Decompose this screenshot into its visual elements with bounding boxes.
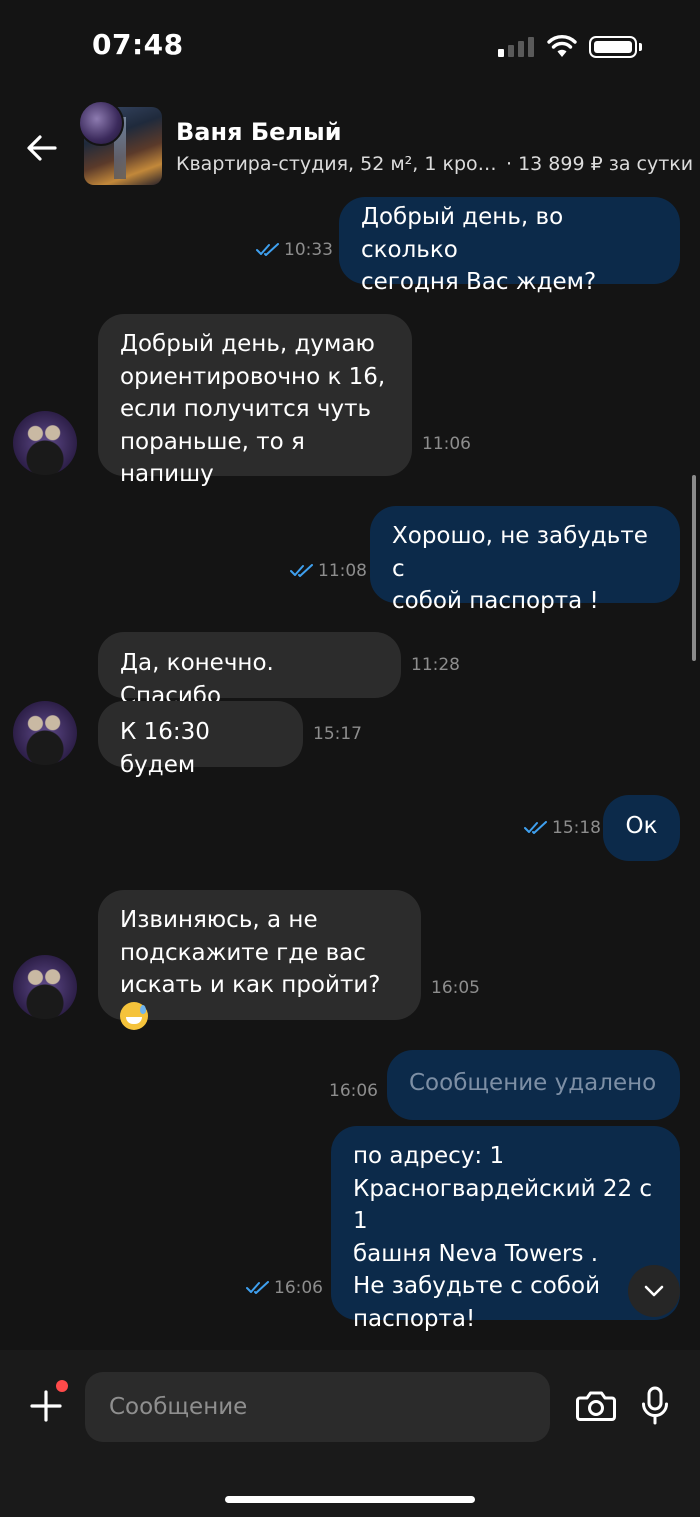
message-line: по адресу: 1: [353, 1143, 505, 1169]
message-bubble-incoming[interactable]: Извиняюсь, а не подскажите где вас искат…: [98, 890, 421, 1030]
scrollbar[interactable]: [692, 475, 696, 661]
listing-price: · 13 899 ₽ за сутки: [506, 153, 694, 175]
message-line: паспорта!: [353, 1305, 476, 1332]
plus-icon[interactable]: [28, 1388, 64, 1424]
message-line: сегодня Вас ждем?: [361, 269, 597, 295]
double-check-icon: [524, 821, 547, 834]
wifi-icon: [547, 35, 577, 57]
message-line: Хорошо, не забудьте с: [392, 523, 648, 582]
message-timestamp: 15:17: [313, 724, 362, 744]
double-check-icon: [246, 1281, 269, 1294]
message-line: башня Neva Towers .: [353, 1240, 599, 1267]
message-timestamp: 15:18: [524, 818, 601, 838]
message-timestamp: 11:06: [422, 434, 471, 454]
host-avatar[interactable]: [13, 955, 77, 1019]
host-avatar: [78, 100, 124, 146]
camera-icon[interactable]: [575, 1386, 617, 1426]
notification-dot: [56, 1380, 68, 1392]
listing-description: Квартира-студия, 52 м², 1 кровать: [176, 153, 498, 175]
double-check-icon: [256, 243, 279, 256]
host-name[interactable]: Ваня Белый: [176, 118, 342, 146]
message-timestamp: 11:28: [411, 655, 460, 675]
message-timestamp: 11:08: [290, 561, 367, 581]
deleted-message-text: Сообщение удалено: [409, 1070, 657, 1096]
message-line: Добрый день, думаю: [120, 331, 375, 357]
chevron-down-icon: [644, 1285, 664, 1297]
message-timestamp: 16:05: [431, 978, 480, 998]
host-avatar[interactable]: [13, 411, 77, 475]
message-line: Красногвардейский 22 с 1: [353, 1175, 653, 1235]
message-line: Извиняюсь, а не: [120, 907, 318, 933]
message-line: собой паспорта !: [392, 588, 599, 614]
message-input[interactable]: [85, 1372, 550, 1442]
message-line: Не забудьте с собой: [353, 1273, 601, 1299]
message-bubble-deleted: Сообщение удалено: [387, 1050, 680, 1120]
message-line: Добрый день, во сколько: [361, 204, 564, 263]
home-indicator: [225, 1496, 475, 1503]
double-check-icon: [290, 564, 313, 577]
microphone-icon[interactable]: [640, 1385, 670, 1427]
message-timestamp: 16:06: [329, 1081, 378, 1101]
cellular-signal-icon: [498, 37, 534, 57]
message-bubble-outgoing[interactable]: Добрый день, во сколько сегодня Вас ждем…: [339, 197, 680, 295]
grinning-face-with-sweat-icon: [120, 1001, 148, 1030]
host-avatar[interactable]: [13, 701, 77, 765]
status-time: 07:48: [92, 28, 184, 61]
message-line: К 16:30 будем: [120, 719, 210, 778]
message-line: пораньше, то я напишу: [120, 428, 305, 488]
battery-icon: [589, 36, 637, 58]
message-bubble-incoming[interactable]: Добрый день, думаю ориентировочно к 16, …: [98, 314, 412, 487]
battery-tip: [639, 43, 642, 51]
message-line: если получится чуть: [120, 396, 372, 422]
message-line: ориентировочно к 16,: [120, 363, 386, 390]
message-bubble-incoming[interactable]: Да, конечно. Спасибо: [98, 632, 401, 709]
message-bubble-outgoing[interactable]: Хорошо, не забудьте с собой паспорта !: [370, 506, 680, 614]
message-bubble-outgoing[interactable]: Ок: [603, 795, 680, 861]
message-line: Ок: [625, 813, 658, 839]
arrow-left-icon[interactable]: [22, 128, 62, 168]
message-timestamp: 16:06: [246, 1278, 323, 1298]
message-line: искать и как пройти?: [120, 969, 399, 1034]
listing-summary[interactable]: Квартира-студия, 52 м², 1 кровать · 13 89…: [176, 153, 693, 175]
scroll-to-bottom-button[interactable]: [628, 1265, 680, 1317]
message-bubble-incoming[interactable]: К 16:30 будем: [98, 701, 303, 778]
message-line: подскажите где вас: [120, 939, 366, 966]
message-timestamp: 10:33: [256, 240, 333, 260]
